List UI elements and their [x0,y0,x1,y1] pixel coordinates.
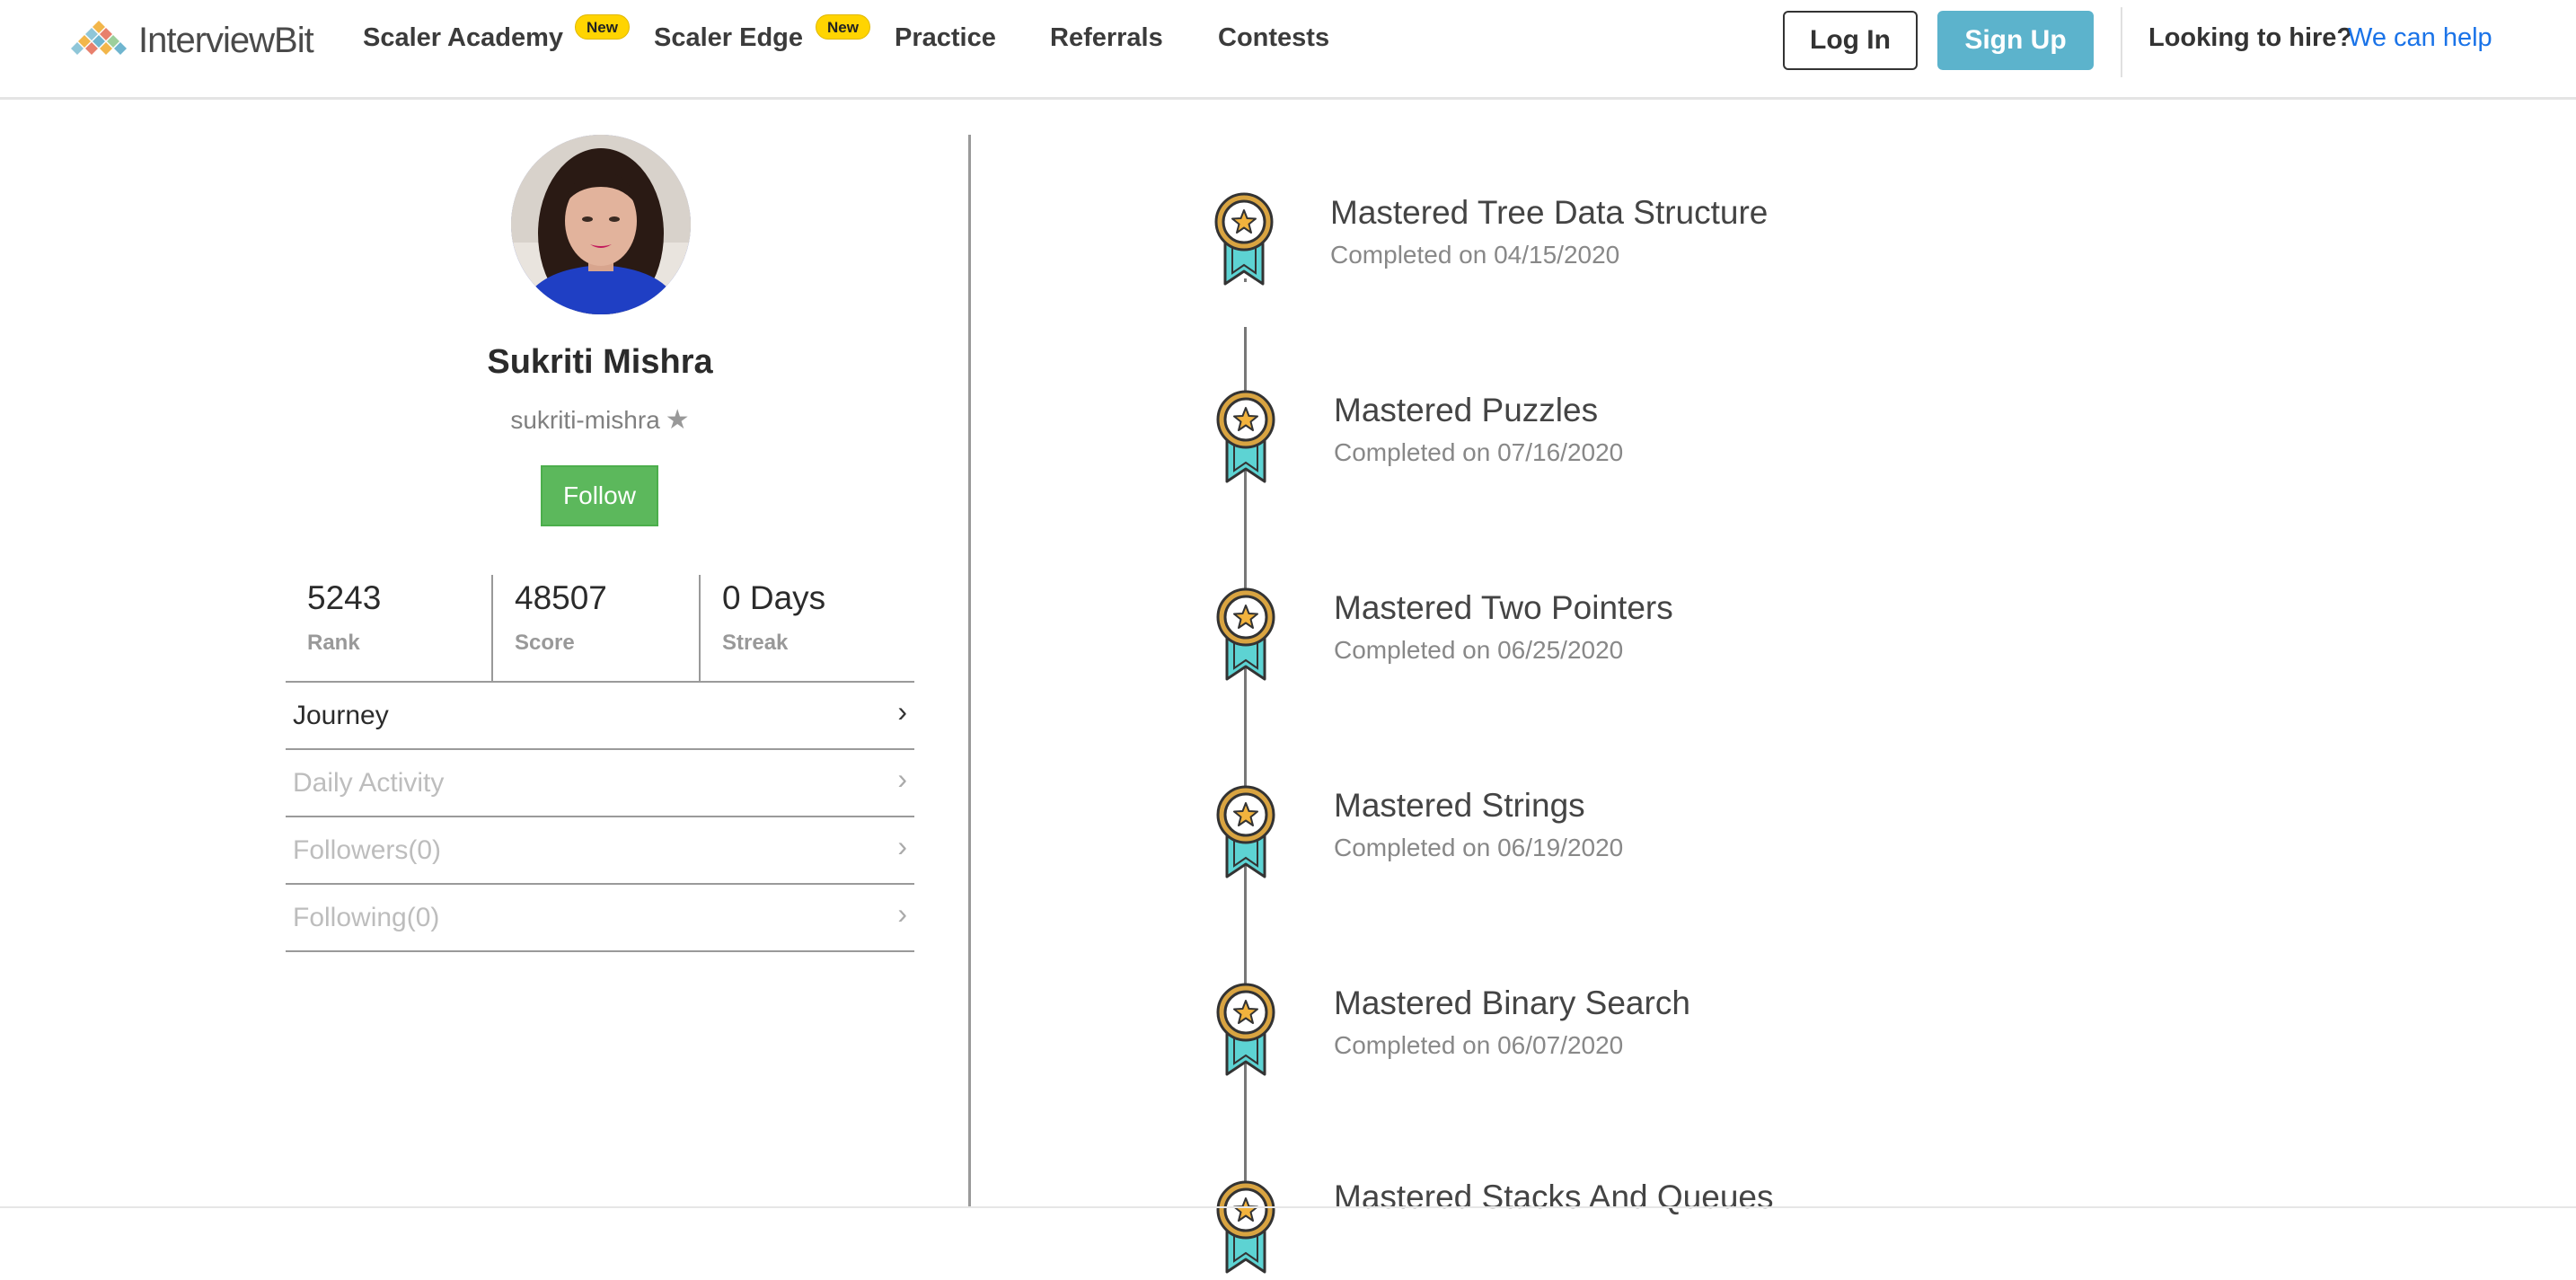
achievement-title: Mastered Tree Data Structure [1330,194,1769,231]
new-badge-scaler-edge: New [816,14,870,40]
stat-value: 5243 [307,579,382,616]
chevron-right-icon: › [897,763,907,795]
achievement-title: Mastered Binary Search [1334,984,1690,1021]
signup-button[interactable]: Sign Up [1937,11,2094,70]
stat-divider [699,575,701,681]
avatar [511,135,691,314]
nav-scaler-academy[interactable]: Scaler Academy [363,23,563,53]
achievement-title: Mastered Puzzles [1334,392,1599,428]
medal-icon [1214,586,1277,683]
star-icon: ★ [665,405,690,435]
logo-text: InterviewBit [138,20,314,60]
new-badge-scaler-academy: New [575,14,630,40]
top-navbar: InterviewBit Scaler Academy New Scaler E… [0,0,2576,100]
timeline-gap [1238,282,1253,327]
menu-item-label: Journey [293,701,389,730]
medal-icon [1213,190,1275,287]
achievement-date: Completed on 06/19/2020 [1334,834,1624,861]
chevron-right-icon: › [897,695,907,728]
page-bottom-border [0,1206,2576,1208]
stat-divider [491,575,493,681]
achievement-date: Completed on 06/07/2020 [1334,1031,1624,1059]
nav-contests[interactable]: Contests [1218,23,1329,53]
username-text: sukriti-mishra [510,406,660,434]
achievement-title: Mastered Two Pointers [1334,589,1673,626]
menu-item-daily-activity[interactable]: Daily Activity › [286,750,914,817]
chevron-right-icon: › [897,897,907,930]
menu-item-journey[interactable]: Journey › [286,683,914,750]
profile-menu: Journey › Daily Activity › Followers(0) … [286,681,914,952]
medal-icon [1214,783,1277,880]
chevron-right-icon: › [897,830,907,862]
column-divider [968,135,971,1208]
nav-practice[interactable]: Practice [895,23,996,53]
profile-name: Sukriti Mishra [487,343,713,381]
follow-button[interactable]: Follow [541,465,658,526]
profile-username: sukriti-mishra ★ [286,404,914,436]
hire-link[interactable]: We can help [2348,23,2492,53]
interviewbit-logo[interactable]: InterviewBit [63,18,314,63]
stat-label: Rank [307,631,360,655]
nav-scaler-edge[interactable]: Scaler Edge [654,23,803,53]
menu-item-followers[interactable]: Followers(0) › [286,817,914,885]
achievement-title: Mastered Stacks And Queues [1334,1178,1774,1215]
medal-icon [1214,1178,1277,1276]
medal-icon [1214,388,1277,485]
achievement-date: Completed on 06/25/2020 [1334,636,1624,664]
achievement-date: Completed on 07/16/2020 [1334,438,1624,466]
avatar-image [511,135,691,314]
login-button[interactable]: Log In [1783,11,1918,70]
menu-item-label: Followers(0) [293,835,442,865]
achievement-title: Mastered Strings [1334,787,1585,824]
menu-item-following[interactable]: Following(0) › [286,885,914,952]
stat-label: Score [515,631,575,655]
stat-value: 48507 [515,579,607,616]
stat-label: Streak [722,631,789,655]
nav-referrals[interactable]: Referrals [1050,23,1163,53]
logo-mark-icon [71,21,127,55]
stat-value: 0 Days [722,579,826,616]
medal-icon [1214,981,1277,1078]
menu-item-label: Daily Activity [293,768,445,798]
menu-item-label: Following(0) [293,903,440,932]
nav-divider [2121,7,2122,77]
hire-text: Looking to hire? [2148,23,2353,52]
achievement-date: Completed on 04/15/2020 [1330,241,1620,269]
